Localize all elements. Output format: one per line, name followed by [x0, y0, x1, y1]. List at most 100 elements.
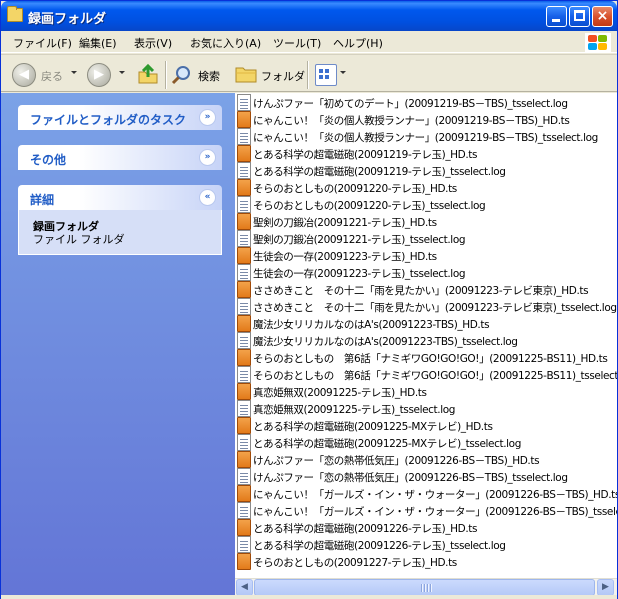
- file-name: けんぷファー「恋の熱帯低気圧」(20091226-BS－TBS)_tsselec…: [253, 472, 568, 484]
- menu-file[interactable]: ファイル(F): [13, 35, 72, 51]
- file-name: 生徒会の一存(20091223-テレ玉)_HD.ts: [253, 251, 437, 263]
- log-file-icon: [237, 400, 251, 417]
- ts-file-icon: [237, 349, 251, 366]
- file-name: にゃんこい！「炎の個人教授ランナー」(20091219-BS－TBS)_tsse…: [253, 132, 598, 144]
- file-name: にゃんこい！「ガールズ・イン・ザ・ウォーター」(20091226-BS－TBS)…: [253, 489, 617, 501]
- details-folder-type: ファイル フォルダ: [33, 233, 125, 246]
- file-name: そらのおとしもの(20091220-テレ玉)_HD.ts: [253, 183, 457, 195]
- file-name: ささめきこと その十二「雨を見たかい」(20091223-テレビ東京)_tsse…: [253, 302, 617, 314]
- file-name: けんぷファー「恋の熱帯低気圧」(20091226-BS－TBS)_HD.ts: [253, 455, 540, 467]
- scroll-left-button[interactable]: ◀: [236, 579, 253, 596]
- forward-dropdown-icon[interactable]: [119, 71, 125, 74]
- menu-bar: ファイル(F) 編集(E) 表示(V) お気に入り(A) ツール(T) ヘルプ(…: [1, 31, 617, 53]
- views-icon[interactable]: [315, 64, 337, 86]
- toolbar-separator: [165, 61, 166, 89]
- menu-edit[interactable]: 編集(E): [79, 35, 117, 51]
- ts-file-icon: [237, 145, 251, 162]
- menu-favorites[interactable]: お気に入り(A): [190, 35, 261, 51]
- toolbar-separator: [307, 61, 308, 89]
- menu-help[interactable]: ヘルプ(H): [333, 35, 383, 51]
- ts-file-icon: [237, 213, 251, 230]
- file-name: けんぷファー「初めてのデート」(20091219-BS－TBS)_tsselec…: [253, 98, 568, 110]
- ts-file-icon: [237, 383, 251, 400]
- ts-file-icon: [237, 485, 251, 502]
- ts-file-icon: [237, 247, 251, 264]
- log-file-icon: [237, 366, 251, 383]
- task-group-file-folder-tasks[interactable]: ファイルとフォルダのタスク »: [18, 105, 222, 130]
- title-bar[interactable]: 録画フォルダ ×: [1, 1, 617, 31]
- file-name: にゃんこい！「炎の個人教授ランナー」(20091219-BS－TBS)_HD.t…: [253, 115, 570, 127]
- chevron-expand-icon[interactable]: »: [199, 109, 216, 126]
- ts-file-icon: [237, 519, 251, 536]
- minimize-icon: [552, 19, 560, 22]
- file-name: とある科学の超電磁砲(20091219-テレ玉)_tsselect.log: [253, 166, 506, 178]
- folders-label[interactable]: フォルダ: [261, 68, 305, 84]
- log-file-icon: [237, 298, 251, 315]
- menu-tools[interactable]: ツール(T): [273, 35, 321, 51]
- back-arrow-icon: ◀: [19, 67, 29, 82]
- file-name: とある科学の超電磁砲(20091225-MXテレビ)_tsselect.log: [253, 438, 521, 450]
- log-file-icon: [237, 162, 251, 179]
- file-name: 真恋姫無双(20091225-テレ玉)_tsselect.log: [253, 404, 456, 416]
- file-name: とある科学の超電磁砲(20091226-テレ玉)_HD.ts: [253, 523, 478, 535]
- task-group-label: その他: [30, 153, 67, 167]
- log-file-icon: [237, 230, 251, 247]
- close-button[interactable]: ×: [592, 6, 613, 27]
- folder-icon[interactable]: [235, 65, 257, 83]
- log-file-icon: [237, 434, 251, 451]
- file-name: 真恋姫無双(20091225-テレ玉)_HD.ts: [253, 387, 427, 399]
- window-bottom-edge: [1, 595, 617, 599]
- minimize-button[interactable]: [546, 6, 567, 27]
- file-name: そらのおとしもの(20091220-テレ玉)_tsselect.log: [253, 200, 486, 212]
- file-name: 生徒会の一存(20091223-テレ玉)_tsselect.log: [253, 268, 466, 280]
- file-list[interactable]: けんぷファー「初めてのデート」(20091219-BS－TBS)_tsselec…: [235, 93, 617, 578]
- scroll-thumb[interactable]: [254, 579, 595, 596]
- file-name: とある科学の超電磁砲(20091226-テレ玉)_tsselect.log: [253, 540, 506, 552]
- ts-file-icon: [237, 553, 251, 570]
- task-group-label: 詳細: [30, 193, 55, 207]
- back-dropdown-icon[interactable]: [71, 71, 77, 74]
- task-group-other-places[interactable]: その他 »: [18, 145, 222, 170]
- file-name: そらのおとしもの(20091227-テレ玉)_HD.ts: [253, 557, 457, 569]
- explorer-window: 録画フォルダ × ファイル(F) 編集(E) 表示(V) お気に入り(A) ツー…: [0, 0, 618, 599]
- log-file-icon: [237, 94, 251, 111]
- ts-file-icon: [237, 111, 251, 128]
- up-folder-icon[interactable]: [137, 63, 159, 85]
- maximize-icon: [574, 10, 585, 21]
- ts-file-icon: [237, 315, 251, 332]
- file-name: そらのおとしもの 第6話「ナミギワGO!GO!GO!」(20091225-BS1…: [253, 353, 608, 365]
- file-name: ささめきこと その十二「雨を見たかい」(20091223-テレビ東京)_HD.t…: [253, 285, 589, 297]
- file-name: 聖剣の刀鍛冶(20091221-テレ玉)_tsselect.log: [253, 234, 466, 246]
- file-name: にゃんこい！「ガールズ・イン・ザ・ウォーター」(20091226-BS－TBS)…: [253, 506, 617, 518]
- file-name: とある科学の超電磁砲(20091225-MXテレビ)_HD.ts: [253, 421, 493, 433]
- windows-logo-icon: [585, 33, 611, 53]
- details-panel: 録画フォルダ ファイル フォルダ: [18, 210, 222, 255]
- log-file-icon: [237, 196, 251, 213]
- forward-button[interactable]: ▶: [87, 63, 111, 87]
- task-pane: ファイルとフォルダのタスク » その他 » 詳細 « 録画フォルダ ファイル フ…: [1, 93, 235, 599]
- log-file-icon: [237, 332, 251, 349]
- horizontal-scrollbar[interactable]: ◀ ▶: [235, 578, 617, 596]
- file-name: そらのおとしもの 第6話「ナミギワGO!GO!GO!」(20091225-BS1…: [253, 370, 617, 382]
- file-name: とある科学の超電磁砲(20091219-テレ玉)_HD.ts: [253, 149, 478, 161]
- menu-view[interactable]: 表示(V): [134, 35, 172, 51]
- file-name: 魔法少女リリカルなのはA's(20091223-TBS)_HD.ts: [253, 319, 490, 331]
- grip-icon: [421, 584, 431, 592]
- chevron-expand-icon[interactable]: »: [199, 149, 216, 166]
- task-group-details[interactable]: 詳細 «: [18, 185, 222, 210]
- task-group-label: ファイルとフォルダのタスク: [30, 113, 187, 127]
- toolbar: ◀ 戻る ▶ 検索 フォルダ: [1, 54, 617, 92]
- scroll-right-button[interactable]: ▶: [597, 579, 614, 596]
- search-magnifier-icon[interactable]: [171, 64, 193, 86]
- search-label[interactable]: 検索: [198, 68, 220, 84]
- folder-icon: [7, 6, 23, 22]
- ts-file-icon: [237, 281, 251, 298]
- back-button[interactable]: ◀: [12, 63, 36, 87]
- log-file-icon: [237, 536, 251, 553]
- ts-file-icon: [237, 417, 251, 434]
- views-dropdown-icon[interactable]: [340, 71, 346, 74]
- chevron-collapse-icon[interactable]: «: [199, 189, 216, 206]
- maximize-button[interactable]: [569, 6, 590, 27]
- forward-arrow-icon: ▶: [94, 67, 104, 82]
- file-name: 聖剣の刀鍛冶(20091221-テレ玉)_HD.ts: [253, 217, 437, 229]
